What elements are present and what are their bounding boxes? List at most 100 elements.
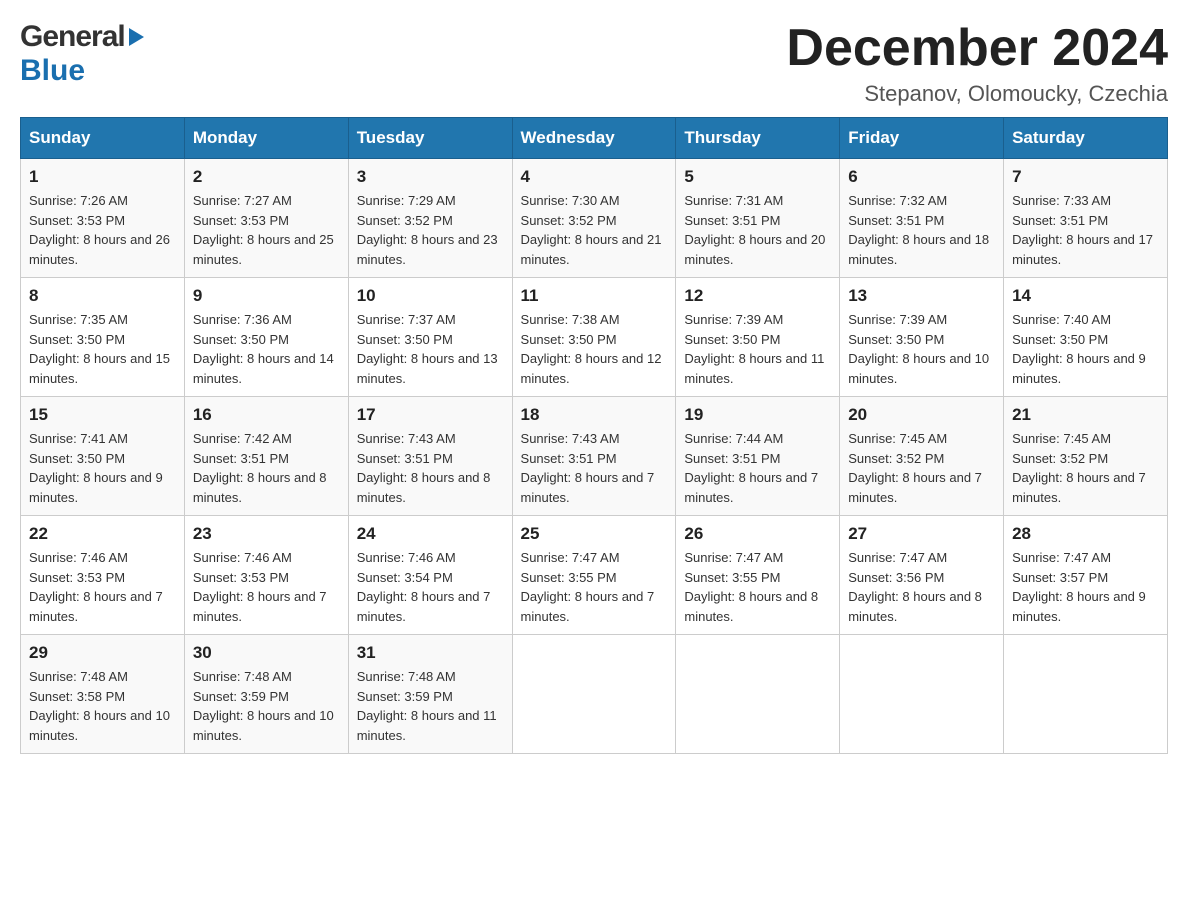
sunset-label: Sunset: 3:53 PM — [29, 570, 125, 585]
day-info: Sunrise: 7:36 AM Sunset: 3:50 PM Dayligh… — [193, 310, 340, 388]
day-info: Sunrise: 7:26 AM Sunset: 3:53 PM Dayligh… — [29, 191, 176, 269]
day-cell: 7 Sunrise: 7:33 AM Sunset: 3:51 PM Dayli… — [1004, 159, 1168, 278]
day-number: 10 — [357, 286, 504, 306]
day-number: 1 — [29, 167, 176, 187]
day-info: Sunrise: 7:39 AM Sunset: 3:50 PM Dayligh… — [848, 310, 995, 388]
sunrise-label: Sunrise: 7:45 AM — [1012, 431, 1111, 446]
sunrise-label: Sunrise: 7:26 AM — [29, 193, 128, 208]
sunset-label: Sunset: 3:50 PM — [357, 332, 453, 347]
day-info: Sunrise: 7:42 AM Sunset: 3:51 PM Dayligh… — [193, 429, 340, 507]
sunset-label: Sunset: 3:50 PM — [521, 332, 617, 347]
day-info: Sunrise: 7:46 AM Sunset: 3:54 PM Dayligh… — [357, 548, 504, 626]
sunset-label: Sunset: 3:50 PM — [1012, 332, 1108, 347]
day-number: 7 — [1012, 167, 1159, 187]
subtitle: Stepanov, Olomoucky, Czechia — [786, 81, 1168, 107]
day-number: 21 — [1012, 405, 1159, 425]
day-info: Sunrise: 7:45 AM Sunset: 3:52 PM Dayligh… — [848, 429, 995, 507]
sunset-label: Sunset: 3:59 PM — [357, 689, 453, 704]
week-row-5: 29 Sunrise: 7:48 AM Sunset: 3:58 PM Dayl… — [21, 635, 1168, 754]
day-number: 6 — [848, 167, 995, 187]
daylight-label: Daylight: 8 hours and 14 minutes. — [193, 351, 334, 386]
daylight-label: Daylight: 8 hours and 8 minutes. — [848, 589, 982, 624]
daylight-label: Daylight: 8 hours and 7 minutes. — [848, 470, 982, 505]
daylight-label: Daylight: 8 hours and 7 minutes. — [521, 470, 655, 505]
sunrise-label: Sunrise: 7:44 AM — [684, 431, 783, 446]
sunset-label: Sunset: 3:56 PM — [848, 570, 944, 585]
day-cell: 13 Sunrise: 7:39 AM Sunset: 3:50 PM Dayl… — [840, 278, 1004, 397]
daylight-label: Daylight: 8 hours and 9 minutes. — [29, 470, 163, 505]
day-info: Sunrise: 7:35 AM Sunset: 3:50 PM Dayligh… — [29, 310, 176, 388]
day-info: Sunrise: 7:48 AM Sunset: 3:59 PM Dayligh… — [193, 667, 340, 745]
daylight-label: Daylight: 8 hours and 7 minutes. — [193, 589, 327, 624]
day-cell: 6 Sunrise: 7:32 AM Sunset: 3:51 PM Dayli… — [840, 159, 1004, 278]
sunset-label: Sunset: 3:51 PM — [1012, 213, 1108, 228]
day-info: Sunrise: 7:48 AM Sunset: 3:58 PM Dayligh… — [29, 667, 176, 745]
day-cell: 19 Sunrise: 7:44 AM Sunset: 3:51 PM Dayl… — [676, 397, 840, 516]
sunrise-label: Sunrise: 7:43 AM — [521, 431, 620, 446]
sunrise-label: Sunrise: 7:46 AM — [193, 550, 292, 565]
day-number: 25 — [521, 524, 668, 544]
day-cell: 3 Sunrise: 7:29 AM Sunset: 3:52 PM Dayli… — [348, 159, 512, 278]
day-info: Sunrise: 7:47 AM Sunset: 3:55 PM Dayligh… — [684, 548, 831, 626]
day-info: Sunrise: 7:41 AM Sunset: 3:50 PM Dayligh… — [29, 429, 176, 507]
sunrise-label: Sunrise: 7:48 AM — [357, 669, 456, 684]
sunset-label: Sunset: 3:54 PM — [357, 570, 453, 585]
day-number: 31 — [357, 643, 504, 663]
day-number: 3 — [357, 167, 504, 187]
logo-blue-label: Blue — [20, 54, 85, 87]
sunset-label: Sunset: 3:50 PM — [29, 451, 125, 466]
day-info: Sunrise: 7:47 AM Sunset: 3:55 PM Dayligh… — [521, 548, 668, 626]
day-number: 26 — [684, 524, 831, 544]
sunrise-label: Sunrise: 7:31 AM — [684, 193, 783, 208]
week-row-1: 1 Sunrise: 7:26 AM Sunset: 3:53 PM Dayli… — [21, 159, 1168, 278]
calendar-body: 1 Sunrise: 7:26 AM Sunset: 3:53 PM Dayli… — [21, 159, 1168, 754]
day-cell — [840, 635, 1004, 754]
day-number: 30 — [193, 643, 340, 663]
day-info: Sunrise: 7:46 AM Sunset: 3:53 PM Dayligh… — [193, 548, 340, 626]
day-info: Sunrise: 7:38 AM Sunset: 3:50 PM Dayligh… — [521, 310, 668, 388]
day-cell: 22 Sunrise: 7:46 AM Sunset: 3:53 PM Dayl… — [21, 516, 185, 635]
sunset-label: Sunset: 3:51 PM — [357, 451, 453, 466]
day-number: 27 — [848, 524, 995, 544]
daylight-label: Daylight: 8 hours and 10 minutes. — [193, 708, 334, 743]
daylight-label: Daylight: 8 hours and 7 minutes. — [29, 589, 163, 624]
week-row-3: 15 Sunrise: 7:41 AM Sunset: 3:50 PM Dayl… — [21, 397, 1168, 516]
day-cell: 29 Sunrise: 7:48 AM Sunset: 3:58 PM Dayl… — [21, 635, 185, 754]
day-info: Sunrise: 7:48 AM Sunset: 3:59 PM Dayligh… — [357, 667, 504, 745]
day-number: 5 — [684, 167, 831, 187]
daylight-label: Daylight: 8 hours and 20 minutes. — [684, 232, 825, 267]
logo-blue-line: Blue — [20, 54, 85, 88]
daylight-label: Daylight: 8 hours and 13 minutes. — [357, 351, 498, 386]
day-cell: 20 Sunrise: 7:45 AM Sunset: 3:52 PM Dayl… — [840, 397, 1004, 516]
weekday-header-row: Sunday Monday Tuesday Wednesday Thursday… — [21, 118, 1168, 159]
sunrise-label: Sunrise: 7:45 AM — [848, 431, 947, 446]
daylight-label: Daylight: 8 hours and 10 minutes. — [29, 708, 170, 743]
daylight-label: Daylight: 8 hours and 18 minutes. — [848, 232, 989, 267]
header-wednesday: Wednesday — [512, 118, 676, 159]
sunset-label: Sunset: 3:58 PM — [29, 689, 125, 704]
day-number: 8 — [29, 286, 176, 306]
sunrise-label: Sunrise: 7:39 AM — [848, 312, 947, 327]
daylight-label: Daylight: 8 hours and 21 minutes. — [521, 232, 662, 267]
header-thursday: Thursday — [676, 118, 840, 159]
sunrise-label: Sunrise: 7:48 AM — [29, 669, 128, 684]
daylight-label: Daylight: 8 hours and 8 minutes. — [193, 470, 327, 505]
day-number: 28 — [1012, 524, 1159, 544]
day-info: Sunrise: 7:30 AM Sunset: 3:52 PM Dayligh… — [521, 191, 668, 269]
day-cell: 30 Sunrise: 7:48 AM Sunset: 3:59 PM Dayl… — [184, 635, 348, 754]
sunrise-label: Sunrise: 7:33 AM — [1012, 193, 1111, 208]
sunset-label: Sunset: 3:50 PM — [29, 332, 125, 347]
sunrise-label: Sunrise: 7:27 AM — [193, 193, 292, 208]
day-cell — [1004, 635, 1168, 754]
sunrise-label: Sunrise: 7:46 AM — [357, 550, 456, 565]
header-tuesday: Tuesday — [348, 118, 512, 159]
daylight-label: Daylight: 8 hours and 26 minutes. — [29, 232, 170, 267]
sunrise-label: Sunrise: 7:46 AM — [29, 550, 128, 565]
daylight-label: Daylight: 8 hours and 8 minutes. — [684, 589, 818, 624]
day-number: 2 — [193, 167, 340, 187]
day-cell: 2 Sunrise: 7:27 AM Sunset: 3:53 PM Dayli… — [184, 159, 348, 278]
day-cell: 4 Sunrise: 7:30 AM Sunset: 3:52 PM Dayli… — [512, 159, 676, 278]
sunset-label: Sunset: 3:59 PM — [193, 689, 289, 704]
header-saturday: Saturday — [1004, 118, 1168, 159]
sunrise-label: Sunrise: 7:48 AM — [193, 669, 292, 684]
